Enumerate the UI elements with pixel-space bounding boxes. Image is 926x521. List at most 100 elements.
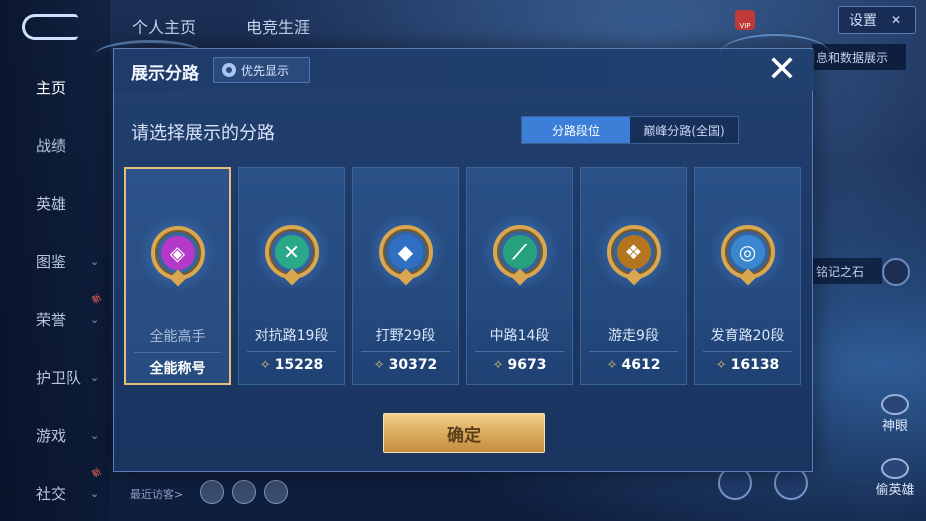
roam-medal-icon: ❖ xyxy=(606,225,661,286)
lane-score-value: 9673 xyxy=(507,357,547,373)
settings-button[interactable]: 设置 ✕ xyxy=(838,6,916,34)
sidebar-item-social[interactable]: 社交 ⌄ 新 xyxy=(0,467,110,508)
sidebar-item-label: 主页 xyxy=(36,78,67,97)
priority-display-button[interactable]: 优先显示 xyxy=(213,57,310,83)
tab-personal-home[interactable]: 个人主页 xyxy=(132,14,196,38)
medal-glyph: ◎ xyxy=(730,235,765,269)
steal-hero-label: 偷英雄 xyxy=(875,483,915,498)
lane-score-value: 16138 xyxy=(730,357,780,373)
steal-hero-button[interactable]: 偷英雄 xyxy=(870,458,920,498)
lane-card-mid-lane[interactable]: ⟋ 中路14段 ✧ 9673 xyxy=(466,167,573,385)
sidebar-item-home[interactable]: 主页 xyxy=(0,72,110,102)
medal-glow: ◎ xyxy=(709,214,786,290)
lane-card-all-round[interactable]: ◈ 全能高手全能称号 xyxy=(124,167,231,385)
mid-lane-medal-icon: ⟋ xyxy=(492,225,547,286)
lane-rank-label: 中路14段 xyxy=(489,328,550,344)
eye-icon xyxy=(881,394,909,415)
avatar[interactable] xyxy=(232,480,256,504)
medal-tip xyxy=(739,268,756,286)
lane-score-value: 30372 xyxy=(388,357,438,373)
lane-rank-label: 游走9段 xyxy=(608,328,659,344)
sidebar-item-honors[interactable]: 荣誉 ⌄ 新 xyxy=(0,293,110,334)
sidebar-item-label: 社交 xyxy=(36,484,67,503)
lane-rank-label: 发育路20段 xyxy=(710,328,785,344)
divider xyxy=(475,351,564,352)
medal-glyph: ◆ xyxy=(388,235,423,269)
divider xyxy=(703,351,792,352)
power-icon: ✧ xyxy=(259,357,271,373)
lane-cards: ◈ 全能高手 全能称号 ✕ 对抗路19段 ✧ 15228 ◆ 打野29段 ✧ 30372 ⟋ 中路14段… xyxy=(124,167,804,385)
recent-visitors-avatars xyxy=(200,480,288,504)
lane-rank-label: 打野29段 xyxy=(375,328,436,344)
lane-score: 全能称号 xyxy=(126,358,229,378)
sidebar-item-label: 战绩 xyxy=(36,136,67,155)
lane-score-value: 15228 xyxy=(274,357,324,373)
priority-display-label: 优先显示 xyxy=(241,63,290,78)
chevron-down-icon: ⌄ xyxy=(90,254,100,268)
god-eye-label: 神眼 xyxy=(881,419,908,434)
medal-glow: ❖ xyxy=(595,214,672,290)
medal-glyph: ❖ xyxy=(616,235,651,269)
back-arrow-icon[interactable] xyxy=(22,14,78,40)
lane-score: ✧ 9673 xyxy=(467,357,572,373)
medal-glow: ◈ xyxy=(139,215,216,291)
sidebar-item-guards[interactable]: 护卫队 ⌄ xyxy=(0,362,110,392)
vip-badge: VIP xyxy=(735,6,827,34)
power-icon: ✧ xyxy=(606,357,618,373)
divider xyxy=(134,352,221,353)
power-icon: ✧ xyxy=(373,357,385,373)
lane-card-clash-lane[interactable]: ✕ 对抗路19段 ✧ 15228 xyxy=(238,167,345,385)
medal-glow: ✕ xyxy=(253,214,330,290)
sidebar-item-records[interactable]: 战绩 xyxy=(0,130,110,160)
lane-card-roam[interactable]: ❖ 游走9段 ✧ 4612 xyxy=(580,167,687,385)
settings-label: 设置 xyxy=(849,13,877,29)
medal-tip xyxy=(511,268,528,286)
avatar[interactable] xyxy=(200,480,224,504)
sidebar-item-label: 图鉴 xyxy=(36,252,67,271)
clash-lane-medal-icon: ✕ xyxy=(264,225,319,286)
lane-type-toggle: 分路段位 巅峰分路(全国) xyxy=(521,116,739,144)
farm-lane-medal-icon: ◎ xyxy=(720,225,775,286)
dialog-title: 展示分路 xyxy=(131,64,199,84)
tab-lane-rank[interactable]: 分路段位 xyxy=(522,117,630,143)
tab-peak-lane[interactable]: 巅峰分路(全国) xyxy=(630,117,738,143)
tab-esports-career[interactable]: 电竞生涯 xyxy=(246,14,310,38)
sidebar-item-label: 英雄 xyxy=(36,194,67,213)
medal-tip xyxy=(397,268,414,286)
sidebar-item-atlas[interactable]: 图鉴 ⌄ xyxy=(0,246,110,276)
avatar[interactable] xyxy=(264,480,288,504)
chevron-down-icon: ⌄ xyxy=(90,428,100,442)
sidebar-item-label: 游戏 xyxy=(36,426,67,445)
lane-score: ✧ 16138 xyxy=(695,357,800,373)
lane-rank-label: 全能高手 xyxy=(149,329,206,345)
confirm-button[interactable]: 确定 xyxy=(383,413,545,453)
memory-stone-strip[interactable]: 铭记之石 xyxy=(812,258,882,284)
lane-score: ✧ 15228 xyxy=(239,357,344,373)
jungle-medal-icon: ◆ xyxy=(378,225,433,286)
sidebar-item-label: 护卫队 xyxy=(36,368,82,387)
dialog-header: 展示分路 优先显示 ✕ xyxy=(114,49,814,91)
medal-glyph: ✕ xyxy=(274,235,309,269)
lane-card-farm-lane[interactable]: ◎ 发育路20段 ✧ 16138 xyxy=(694,167,801,385)
sidebar-item-games[interactable]: 游戏 ⌄ xyxy=(0,420,110,450)
lane-score: ✧ 30372 xyxy=(353,357,458,373)
all-round-medal-icon: ◈ xyxy=(150,226,205,287)
lane-card-jungle[interactable]: ◆ 打野29段 ✧ 30372 xyxy=(352,167,459,385)
lane-score: ✧ 4612 xyxy=(581,357,686,373)
close-icon: ✕ xyxy=(891,13,902,27)
divider xyxy=(247,351,336,352)
gear-icon xyxy=(222,63,236,77)
medal-glow: ⟋ xyxy=(481,214,558,290)
god-eye-button[interactable]: 神眼 xyxy=(870,394,920,434)
divider xyxy=(361,351,450,352)
chevron-down-icon: ⌄ xyxy=(90,486,100,500)
recent-visitors-label[interactable]: 最近访客> xyxy=(130,486,183,502)
fish-icon[interactable] xyxy=(882,258,910,286)
sidebar-item-heroes[interactable]: 英雄 xyxy=(0,188,110,218)
lane-display-dialog: 展示分路 优先显示 ✕ 请选择展示的分路 分路段位 巅峰分路(全国) ◈ 全能高手… xyxy=(113,48,814,472)
select-lane-prompt: 请选择展示的分路 xyxy=(131,123,275,144)
lane-score-value: 全能称号 xyxy=(149,361,206,377)
chevron-down-icon: ⌄ xyxy=(90,312,100,326)
lane-rank-label: 对抗路19段 xyxy=(254,328,329,344)
medal-tip xyxy=(283,268,300,286)
